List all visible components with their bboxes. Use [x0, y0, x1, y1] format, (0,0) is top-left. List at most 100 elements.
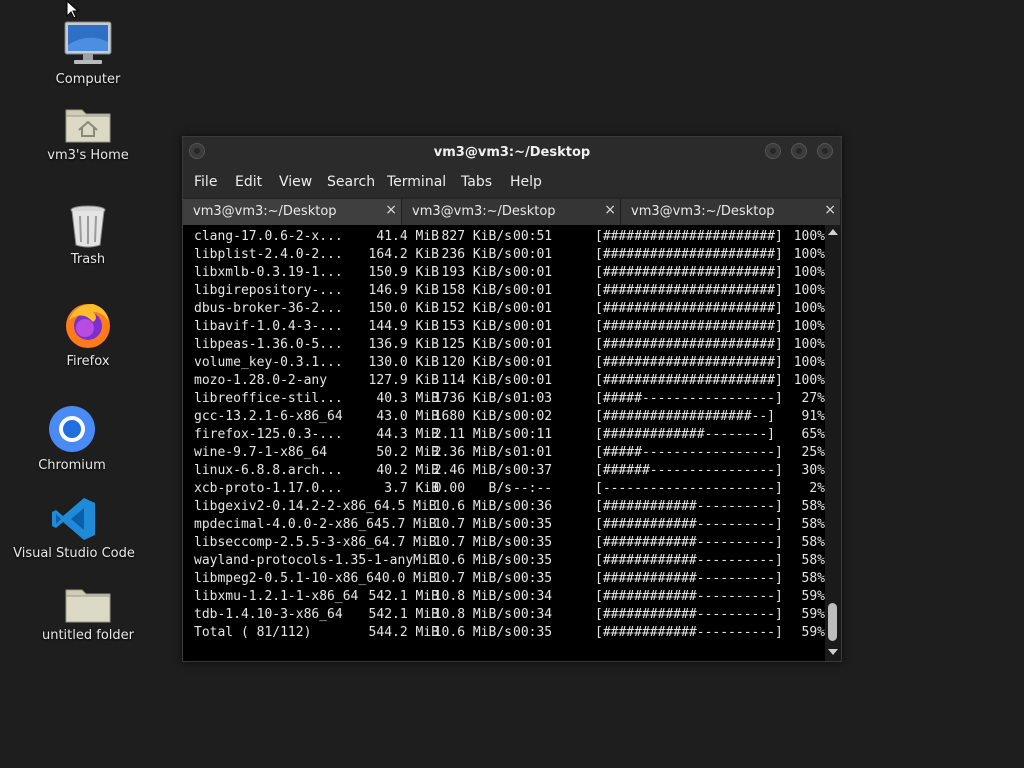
row-time: 00:34 [513, 589, 553, 604]
row-percent: 59% [801, 625, 825, 640]
row-percent: 58% [801, 571, 825, 586]
row-percent: 59% [801, 607, 825, 622]
row-time: --:-- [513, 481, 553, 496]
row-progress-bar: [######################] [595, 355, 783, 370]
maximize-button[interactable] [791, 143, 807, 159]
row-time: 00:01 [513, 355, 553, 370]
terminal-line: tdb-1.4.10-3-x86_64 542.1 MiB 10.8 MiB/s 00… [183, 607, 825, 625]
terminal-line: Total ( 81/112) 544.2 MiB 10.6 MiB/s 00:35[… [183, 625, 825, 643]
terminal-line: libseccomp-2.5.5-3-x86_64.7 MiB 10.7 MiB/… [183, 535, 825, 553]
menu-terminal[interactable]: Terminal [387, 174, 446, 190]
row-time: 00:35 [513, 535, 553, 550]
row-speed: 10.6 MiB/s [433, 553, 512, 568]
desktop-icon-firefox[interactable]: Firefox [18, 300, 158, 369]
row-percent: 58% [801, 517, 825, 532]
row-percent: 65% [801, 427, 825, 442]
terminal-line: libavif-1.0.4-3-... 144.9 KiB 153 KiB/s 00:… [183, 319, 825, 337]
row-name: libmpeg2-0.5.1-10-x86_640.0 MiB [194, 571, 437, 586]
scroll-up-icon[interactable] [828, 229, 838, 235]
row-percent: 100% [793, 337, 825, 352]
terminal-line: mpdecimal-4.0.0-2-x86_645.7 MiB 10.7 MiB/… [183, 517, 825, 535]
tab-close-icon[interactable]: × [604, 202, 616, 218]
terminal-line: libmpeg2-0.5.1-10-x86_640.0 MiB 10.7 MiB/… [183, 571, 825, 589]
terminal-scrollbar[interactable] [825, 225, 841, 661]
row-speed: 153 KiB/s [441, 319, 512, 334]
desktop-icon-trash[interactable]: Trash [18, 204, 158, 267]
row-time: 00:01 [513, 247, 553, 262]
terminal-output[interactable]: clang-17.0.6-2-x... 41.4 MiB 827 KiB/s 00:5… [183, 225, 825, 661]
row-name: libxmu-1.2.1-1-x86_64 [194, 589, 359, 604]
row-percent: 58% [801, 553, 825, 568]
row-name: libreoffice-stil... [194, 391, 343, 406]
desktop-icon-label: Chromium [38, 458, 106, 473]
desktop-icon-chromium[interactable]: Chromium [2, 404, 142, 473]
row-name: linux-6.8.8.arch... [194, 463, 343, 478]
row-progress-bar: [######################] [595, 301, 783, 316]
row-name: libpeas-1.36.0-5... [194, 337, 343, 352]
scroll-down-icon[interactable] [828, 649, 838, 655]
row-progress-bar: [######################] [595, 319, 783, 334]
window-title: vm3@vm3:~/Desktop [433, 145, 591, 160]
row-percent: 30% [801, 463, 825, 478]
row-percent: 58% [801, 499, 825, 514]
row-speed: 10.8 MiB/s [433, 589, 512, 604]
row-progress-bar: [######################] [595, 229, 783, 244]
row-percent: 91% [801, 409, 825, 424]
tab-close-icon[interactable]: × [824, 202, 836, 218]
row-speed: 1736 KiB/s [433, 391, 512, 406]
row-name: wayland-protocols-1.35-1-anyMiB [194, 553, 437, 568]
row-percent: 27% [801, 391, 825, 406]
row-name: libgexiv2-0.14.2-2-x86_64.5 MiB [194, 499, 437, 514]
tab-1[interactable]: vm3@vm3:~/Desktop × [183, 199, 402, 225]
row-name: firefox-125.0.3-... [194, 427, 343, 442]
row-name: Total ( 81/112) [194, 625, 312, 640]
terminal-line: libxmu-1.2.1-1-x86_64 542.1 MiB 10.8 MiB/s… [183, 589, 825, 607]
row-percent: 59% [801, 589, 825, 604]
trash-icon [70, 205, 106, 248]
desktop-icon-label: Visual Studio Code [13, 546, 135, 561]
window-titlebar[interactable]: vm3@vm3:~/Desktop [183, 137, 841, 167]
menu-help[interactable]: Help [510, 174, 542, 190]
vscode-icon [52, 498, 95, 540]
row-name: mozo-1.28.0-2-any [194, 373, 328, 388]
row-progress-bar: [######################] [595, 247, 783, 262]
desktop-icon-vscode[interactable]: Visual Studio Code [4, 496, 144, 561]
menu-edit[interactable]: Edit [235, 174, 262, 190]
row-progress-bar: [############----------] [595, 625, 783, 640]
desktop-icon-computer[interactable]: Computer [18, 20, 158, 87]
mouse-cursor-icon [66, 0, 80, 19]
row-progress-bar: [############----------] [595, 571, 783, 586]
tab-close-icon[interactable]: × [385, 202, 397, 218]
menu-view[interactable]: View [279, 174, 312, 190]
minimize-button[interactable] [765, 143, 781, 159]
menu-tabs[interactable]: Tabs [461, 174, 492, 190]
chromium-icon [49, 406, 95, 452]
row-speed: 10.6 MiB/s [433, 625, 512, 640]
row-time: 01:03 [513, 391, 553, 406]
row-name: libplist-2.4.0-2... [194, 247, 343, 262]
terminal-line: libpeas-1.36.0-5... 136.9 KiB 125 KiB/s 00:… [183, 337, 825, 355]
row-speed: 10.7 MiB/s [433, 517, 512, 532]
scrollbar-thumb[interactable] [828, 603, 837, 641]
desktop-icon-home[interactable]: vm3's Home [18, 104, 158, 163]
tab-label: vm3@vm3:~/Desktop [412, 204, 556, 219]
tab-label: vm3@vm3:~/Desktop [193, 204, 337, 219]
tab-3[interactable]: vm3@vm3:~/Desktop × [621, 199, 841, 225]
tab-2[interactable]: vm3@vm3:~/Desktop × [402, 199, 621, 225]
row-speed: 236 KiB/s [441, 247, 512, 262]
desktop-icon-untitled-folder[interactable]: untitled folder [18, 584, 158, 643]
row-progress-bar: [######################] [595, 373, 783, 388]
close-button[interactable] [817, 143, 833, 159]
row-progress-bar: [######################] [595, 265, 783, 280]
terminal-line: wayland-protocols-1.35-1-anyMiB 10.6 MiB/… [183, 553, 825, 571]
row-name: tdb-1.4.10-3-x86_64 [194, 607, 343, 622]
menu-file[interactable]: File [194, 174, 217, 190]
row-name: libxmlb-0.3.19-1... [194, 265, 343, 280]
row-speed: 158 KiB/s [441, 283, 512, 298]
row-progress-bar: [############----------] [595, 553, 783, 568]
menu-search[interactable]: Search [327, 174, 375, 190]
row-time: 00:34 [513, 607, 553, 622]
row-speed: 193 KiB/s [441, 265, 512, 280]
row-progress-bar: [#####-----------------] [595, 391, 783, 406]
row-time: 00:01 [513, 265, 553, 280]
